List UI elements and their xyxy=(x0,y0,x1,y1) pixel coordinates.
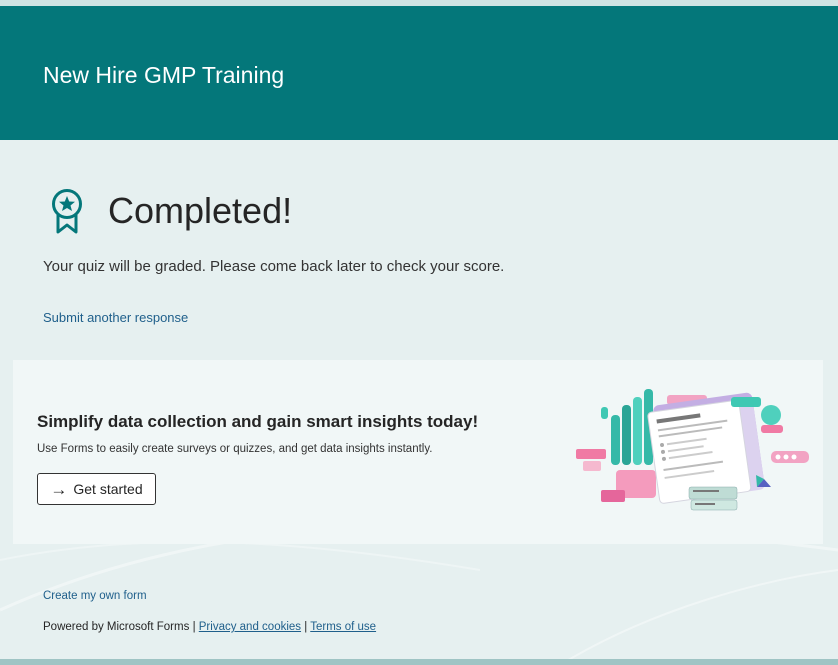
completion-heading: Completed! xyxy=(50,183,292,239)
form-header: New Hire GMP Training xyxy=(0,6,838,140)
promo-banner: Simplify data collection and gain smart … xyxy=(13,360,823,544)
get-started-button[interactable]: → Get started xyxy=(37,473,156,505)
submit-another-response-link[interactable]: Submit another response xyxy=(43,310,188,325)
footer-separator: | xyxy=(304,621,308,633)
award-ribbon-icon xyxy=(52,189,82,234)
promo-title: Simplify data collection and gain smart … xyxy=(37,412,479,431)
terms-of-use-link[interactable]: Terms of use xyxy=(310,621,376,633)
promo-subtitle: Use Forms to easily create surveys or qu… xyxy=(37,443,433,455)
get-started-label: Get started xyxy=(73,481,143,497)
grading-message: Your quiz will be graded. Please come ba… xyxy=(43,258,505,275)
privacy-and-cookies-link[interactable]: Privacy and cookies xyxy=(199,621,301,633)
bottom-strip xyxy=(0,659,838,665)
form-title: New Hire GMP Training xyxy=(43,62,285,88)
powered-by-text: Powered by Microsoft Forms xyxy=(43,621,190,633)
completed-title: Completed! xyxy=(108,190,293,231)
forms-illustration xyxy=(576,389,809,511)
footer-separator: | xyxy=(192,621,196,633)
create-my-own-form-link[interactable]: Create my own form xyxy=(43,590,147,602)
footer-powered-by: Powered by Microsoft Forms | Privacy and… xyxy=(43,621,376,633)
arrow-right-icon: → xyxy=(50,479,68,499)
